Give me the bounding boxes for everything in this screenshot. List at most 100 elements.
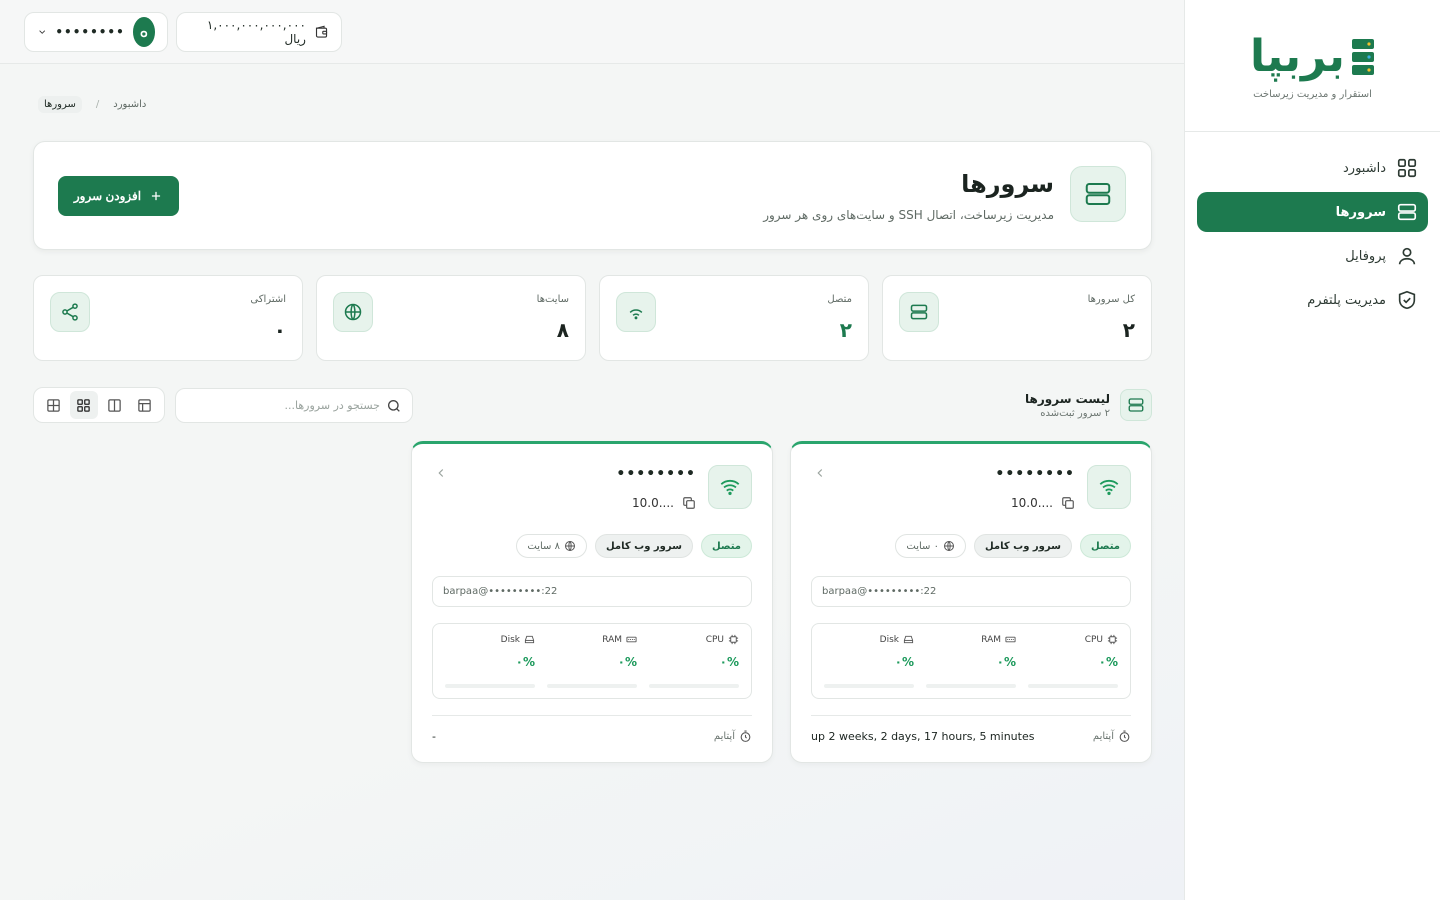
view-switcher (33, 387, 165, 423)
stat-label: متصل (827, 294, 852, 305)
server-card[interactable]: •••••••• 10.0.... متصل سرور وب کامل ۸ سا… (411, 441, 773, 763)
uptime-label-text: آپتایم (713, 731, 735, 742)
server-card[interactable]: •••••••• 10.0.... متصل سرور وب کامل ۰ سا… (790, 441, 1152, 763)
sidebar-item-label: داشبورد (1343, 160, 1386, 176)
server-type-badge: سرور وب کامل (973, 534, 1072, 558)
stat-label: کل سرورها (1087, 294, 1135, 305)
table-icon (138, 398, 151, 412)
stat-total-servers: کل سرورها ۲ (882, 275, 1152, 361)
sidebar-item-profile[interactable]: پروفایل (1197, 236, 1428, 276)
wallet-icon (315, 25, 328, 38)
server-icon (1120, 389, 1152, 421)
sidebar-item-platform[interactable]: مدیریت پلتفرم (1197, 280, 1428, 320)
ssh-connection[interactable]: barpaa@•••••••••:22 (432, 576, 752, 607)
stat-sites: سایت‌ها ۸ (316, 275, 586, 361)
metric-value: ۰% (1098, 655, 1118, 669)
page-description: مدیریت زیرساخت، اتصال SSH و سایت‌های روی… (763, 208, 1054, 222)
logo-area: بربپا استقرار و مدیریت زیرساخت (1185, 0, 1440, 132)
server-badges: متصل سرور وب کامل ۰ سایت (895, 534, 1131, 558)
server-icon (899, 292, 939, 332)
ssh-connection[interactable]: barpaa@•••••••••:22 (811, 576, 1131, 607)
uptime-label-text: آپتایم (1092, 731, 1114, 742)
user-menu[interactable]: •••••••• ๐ (24, 12, 168, 52)
divider (811, 715, 1131, 716)
view-table-button[interactable] (131, 391, 159, 419)
metric-bar (649, 684, 739, 688)
metric-label: CPU (1084, 634, 1103, 645)
chevron-left-icon[interactable] (434, 466, 448, 484)
shield-icon (1398, 290, 1416, 310)
hard-drive-icon (524, 635, 535, 644)
plus-icon (152, 191, 161, 201)
logo[interactable]: بربپا (1250, 35, 1375, 79)
grid-icon (1397, 158, 1417, 178)
add-server-button[interactable]: افزودن سرور (58, 176, 179, 216)
sidebar-item-label: مدیریت پلتفرم (1307, 292, 1386, 308)
breadcrumb: داشبورد / سرورها (38, 96, 146, 113)
sites-count: ۸ سایت (527, 540, 560, 552)
list-subtitle: ۲ سرور ثبت‌شده (1040, 407, 1110, 419)
view-columns-button[interactable] (100, 391, 128, 419)
server-ip-text: 10.0.... (1011, 496, 1053, 510)
wallet-balance[interactable]: ۱,۰۰۰,۰۰۰,۰۰۰,۰۰۰ ریال (176, 12, 342, 52)
layout-grid-icon (47, 398, 60, 412)
metric-bar (824, 684, 914, 688)
metric-bar (445, 684, 535, 688)
metric-label: RAM (602, 634, 622, 645)
server-metrics: CPU ۰% RAM ۰% Disk ۰% (811, 623, 1131, 699)
topbar: •••••••• ๐ ۱,۰۰۰,۰۰۰,۰۰۰,۰۰۰ ریال (0, 0, 1184, 64)
list-title: لیست سرورها (1025, 391, 1110, 406)
stat-label: سایت‌ها (536, 294, 569, 305)
metric-label: RAM (981, 634, 1001, 645)
metric-value: ۰% (894, 655, 914, 669)
copy-icon[interactable] (1061, 496, 1075, 510)
stat-label: اشتراکی (250, 294, 286, 305)
globe-icon (943, 541, 954, 551)
hard-drive-icon (903, 635, 914, 644)
metric-cpu: CPU ۰% (1028, 634, 1118, 688)
columns-icon (108, 398, 121, 412)
sites-count-badge: ۰ سایت (895, 534, 966, 558)
status-badge: متصل (1079, 534, 1131, 558)
search-icon (388, 399, 400, 412)
metric-value: ۰% (515, 655, 535, 669)
view-grid-large-button[interactable] (39, 391, 67, 419)
sites-count: ۰ سایت (906, 540, 939, 552)
header-server-icon (1070, 166, 1126, 222)
server-icon (1085, 183, 1111, 205)
page-header-card: سرورها مدیریت زیرساخت، اتصال SSH و سایت‌… (33, 141, 1152, 250)
wifi-icon (616, 292, 656, 332)
server-ip-text: 10.0.... (632, 496, 674, 510)
chevron-left-icon[interactable] (813, 466, 827, 484)
metric-value: ۰% (719, 655, 739, 669)
stat-connected: متصل ۲ (599, 275, 869, 361)
stat-shared: اشتراکی ۰ (33, 275, 303, 361)
sidebar-item-servers[interactable]: سرورها (1197, 192, 1428, 232)
metric-value: ۰% (996, 655, 1016, 669)
share-icon (50, 292, 90, 332)
uptime-value: up 2 weeks, 2 days, 17 hours, 5 minutes (811, 730, 1035, 743)
server-name: •••••••• (995, 466, 1075, 482)
search-input[interactable] (186, 399, 380, 412)
timer-icon (740, 730, 751, 742)
user-name: •••••••• (55, 25, 125, 39)
server-metrics: CPU ۰% RAM ۰% Disk ۰% (432, 623, 752, 699)
wallet-amount: ۱,۰۰۰,۰۰۰,۰۰۰,۰۰۰ ریال (206, 18, 306, 46)
divider (432, 715, 752, 716)
uptime-label: آپتایم (714, 730, 752, 743)
uptime-value: - (432, 730, 436, 743)
copy-icon[interactable] (682, 496, 696, 510)
sidebar-nav: داشبورد سرورها پروفایل مدیریت پلتفرم (1185, 132, 1440, 336)
stat-value: ۸ (556, 318, 569, 342)
metric-disk: Disk ۰% (445, 634, 535, 688)
metric-value: ۰% (617, 655, 637, 669)
sidebar-item-dashboard[interactable]: داشبورد (1197, 148, 1428, 188)
add-server-label: افزودن سرور (73, 189, 142, 203)
view-grid-button[interactable] (69, 391, 98, 419)
sidebar-item-label: پروفایل (1345, 248, 1386, 264)
server-list-header: لیست سرورها ۲ سرور ثبت‌شده (1025, 389, 1152, 421)
breadcrumb-home[interactable]: داشبورد (113, 99, 146, 110)
cpu-icon (1107, 634, 1118, 645)
metric-label: CPU (705, 634, 724, 645)
status-badge: متصل (700, 534, 752, 558)
